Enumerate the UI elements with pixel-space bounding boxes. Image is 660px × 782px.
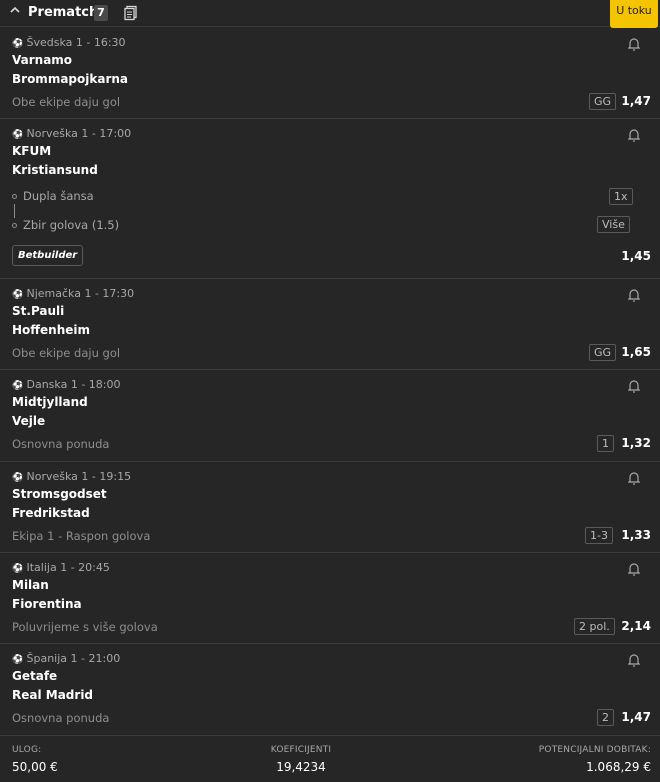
football-icon: ⚽ [12, 473, 24, 483]
bell-icon[interactable] [627, 36, 641, 51]
bet-item: ⚽ Španija 1 - 21:00 Getafe Real Madrid O… [0, 644, 660, 736]
builder-selection: Zbir golova (1.5) [12, 218, 119, 232]
away-team: Real Madrid [12, 688, 94, 702]
odd-value: 1,65 [621, 345, 651, 359]
bell-icon[interactable] [627, 652, 641, 667]
market-name: Obe ekipe daju gol [12, 95, 121, 109]
league-time: ⚽ Norveška 1 - 19:15 [12, 470, 131, 483]
home-team: Varnamo [12, 53, 73, 67]
league-label: Španija 1 - 21:00 [26, 652, 121, 665]
bell-icon[interactable] [627, 127, 641, 142]
bell-icon[interactable] [627, 470, 641, 485]
bell-icon[interactable] [627, 378, 641, 393]
ticket-list-icon[interactable] [124, 5, 138, 21]
section-title: Prematch [28, 5, 99, 20]
bet-item: ⚽ Njemačka 1 - 17:30 St.Pauli Hoffenheim… [0, 279, 660, 370]
football-icon: ⚽ [12, 290, 24, 300]
away-team: Vejle [12, 414, 46, 428]
chevron-up-icon[interactable] [10, 5, 20, 18]
odd-value: 1,45 [621, 249, 651, 263]
league-label: Švedska 1 - 16:30 [26, 36, 126, 49]
home-team: Milan [12, 578, 49, 592]
football-icon: ⚽ [12, 130, 24, 140]
odds-label: KOEFICIJENTI [270, 745, 332, 755]
league-time: ⚽ Norveška 1 - 17:00 [12, 127, 131, 140]
pick-badge: 2 [597, 709, 614, 726]
market-name: Osnovna ponuda [12, 437, 110, 451]
league-time: ⚽ Danska 1 - 18:00 [12, 378, 121, 391]
home-team: Midtjylland [12, 395, 88, 409]
football-icon: ⚽ [12, 39, 24, 49]
live-tab[interactable]: U toku [610, 0, 658, 28]
stake-value: 50,00 € [12, 760, 58, 774]
pick-badge: GG [589, 93, 617, 110]
league-time: ⚽ Njemačka 1 - 17:30 [12, 287, 134, 300]
bell-icon[interactable] [627, 561, 641, 576]
league-time: ⚽ Švedska 1 - 16:30 [12, 36, 126, 49]
league-time: ⚽ Španija 1 - 21:00 [12, 652, 120, 665]
home-team: St.Pauli [12, 304, 65, 318]
bullet-icon [12, 194, 17, 199]
ticket-summary: ULOG: 50,00 € KOEFICIJENTI 19,4234 POTEN… [0, 736, 660, 782]
market-name: Dupla šansa [23, 189, 94, 203]
market-name: Zbir golova (1.5) [23, 218, 120, 232]
away-team: Kristiansund [12, 163, 98, 177]
league-label: Italija 1 - 20:45 [26, 561, 110, 574]
connector-line [14, 204, 15, 218]
league-label: Norveška 1 - 17:00 [26, 127, 132, 140]
stake-label: ULOG: [12, 745, 42, 755]
builder-selection: Dupla šansa [12, 189, 94, 203]
odd-value: 1,47 [621, 94, 651, 108]
pick-badge: Više [597, 216, 630, 233]
home-team: Stromsgodset [12, 487, 107, 501]
bet-item: ⚽ Italija 1 - 20:45 Milan Fiorentina Pol… [0, 553, 660, 644]
market-name: Poluvrijeme s više golova [12, 620, 158, 634]
bet-count-badge: 7 [94, 5, 108, 21]
home-team: Getafe [12, 669, 58, 683]
league-label: Njemačka 1 - 17:30 [26, 287, 135, 300]
market-name: Ekipa 1 - Raspon golova [12, 529, 151, 543]
league-label: Danska 1 - 18:00 [26, 378, 121, 391]
prematch-header[interactable]: Prematch 7 [0, 0, 660, 27]
football-icon: ⚽ [12, 564, 24, 574]
bet-item: ⚽ Švedska 1 - 16:30 Varnamo Brommapojkar… [0, 28, 660, 119]
betbuilder-button[interactable]: Betbuilder [12, 245, 84, 266]
market-name: Osnovna ponuda [12, 711, 110, 725]
home-team: KFUM [12, 144, 52, 158]
pick-badge: 2 pol. [574, 618, 615, 635]
odd-value: 2,14 [621, 619, 651, 633]
league-label: Norveška 1 - 19:15 [26, 470, 132, 483]
odd-value: 1,33 [621, 528, 651, 542]
away-team: Hoffenheim [12, 323, 90, 337]
market-name: Obe ekipe daju gol [12, 346, 121, 360]
pick-badge: GG [589, 344, 617, 361]
total-odds-value: 19,4234 [276, 760, 326, 774]
bullet-icon [12, 223, 17, 228]
bet-item: ⚽ Norveška 1 - 19:15 Stromsgodset Fredri… [0, 462, 660, 553]
football-icon: ⚽ [12, 381, 24, 391]
bell-icon[interactable] [627, 287, 641, 302]
football-icon: ⚽ [12, 655, 24, 665]
pick-badge: 1-3 [585, 527, 613, 544]
odd-value: 1,32 [621, 436, 651, 450]
away-team: Fredrikstad [12, 506, 90, 520]
potential-win-value: 1.068,29 € [586, 760, 651, 774]
bet-item: ⚽ Norveška 1 - 17:00 KFUM Kristiansund D… [0, 119, 660, 279]
pick-badge: 1 [597, 435, 614, 452]
odd-value: 1,47 [621, 710, 651, 724]
away-team: Fiorentina [12, 597, 82, 611]
potential-win-label: POTENCIJALNI DOBITAK: [538, 745, 651, 755]
pick-badge: 1x [609, 188, 633, 205]
league-time: ⚽ Italija 1 - 20:45 [12, 561, 110, 574]
away-team: Brommapojkarna [12, 72, 128, 86]
bet-item: ⚽ Danska 1 - 18:00 Midtjylland Vejle Osn… [0, 370, 660, 462]
